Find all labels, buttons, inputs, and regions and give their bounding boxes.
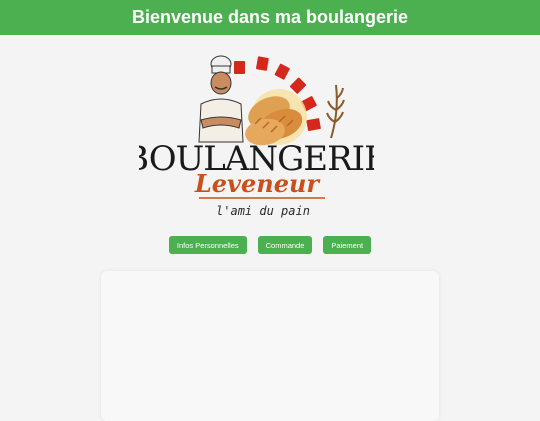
wheat-icon bbox=[326, 84, 345, 139]
nav-button-paiement[interactable]: Paiement bbox=[323, 236, 372, 254]
nav-button-commande[interactable]: Commande bbox=[257, 236, 313, 254]
bakery-logo: BOULANGERIE Leveneur l'ami du pain bbox=[139, 55, 374, 218]
logo-tagline-text: l'ami du pain bbox=[216, 204, 310, 218]
page-header: Bienvenue dans ma boulangerie bbox=[0, 0, 540, 35]
content-panel bbox=[101, 271, 439, 421]
logo-name-text: Leveneur bbox=[194, 169, 322, 198]
nav-bar: Infos Personnelles Commande Paiement bbox=[0, 236, 540, 254]
page-title: Bienvenue dans ma boulangerie bbox=[131, 7, 409, 27]
nav-button-infos[interactable]: Infos Personnelles bbox=[168, 236, 247, 254]
